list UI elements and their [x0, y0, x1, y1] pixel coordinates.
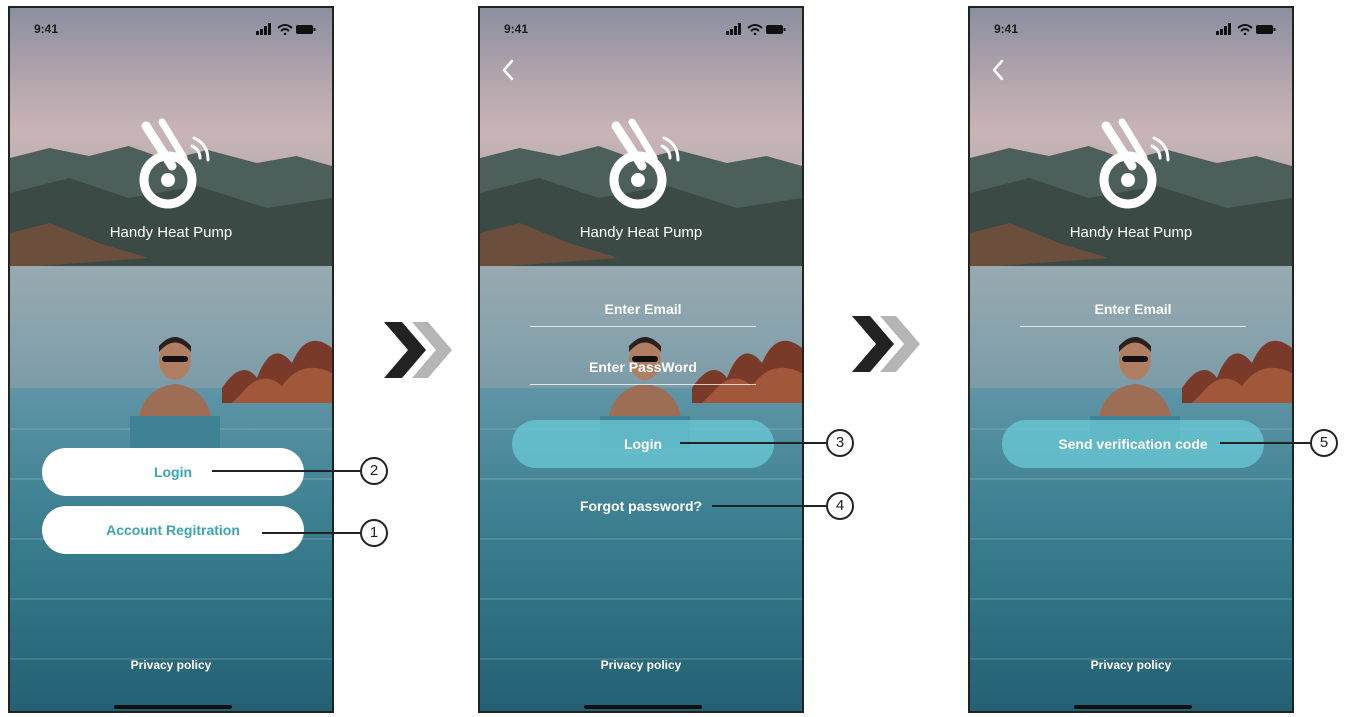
app-name: Handy Heat Pump — [109, 224, 233, 241]
status-bar: 9:41 — [970, 8, 1292, 48]
background-scene — [970, 8, 1292, 711]
privacy-policy-link[interactable]: Privacy policy — [10, 658, 332, 672]
forgot-password-screen: 9:41 Handy Heat Pump Send verification c… — [968, 6, 1294, 713]
bushes-image — [222, 340, 332, 403]
callout-leader — [262, 532, 360, 534]
callout-leader — [680, 442, 826, 444]
battery-icon — [296, 25, 316, 34]
next-arrow-icon — [852, 316, 920, 372]
home-indicator — [1074, 705, 1192, 709]
account-registration-button[interactable]: Account Regitration — [42, 506, 304, 554]
battery-icon — [1256, 25, 1276, 34]
callout-4: 4 — [826, 492, 854, 520]
next-arrow-icon — [384, 322, 452, 378]
status-icons — [1216, 23, 1276, 35]
back-chevron-icon[interactable] — [990, 58, 1006, 82]
status-time: 9:41 — [994, 22, 1019, 36]
callout-5: 5 — [1310, 429, 1338, 457]
email-field[interactable] — [530, 292, 756, 327]
app-name: Handy Heat Pump — [579, 224, 703, 241]
login-button[interactable]: Login — [512, 420, 774, 468]
battery-icon — [766, 25, 786, 34]
wifi-icon — [1237, 24, 1253, 35]
swimmer-image — [130, 337, 220, 448]
password-field[interactable] — [530, 350, 756, 385]
welcome-screen: 9:41 Handy Heat Pump Login Account Regit… — [8, 6, 334, 713]
back-chevron-icon[interactable] — [500, 58, 516, 82]
app-name: Handy Heat Pump — [1069, 224, 1193, 241]
status-icons — [726, 23, 786, 35]
status-bar: 9:41 — [480, 8, 802, 48]
background-scene — [10, 8, 332, 711]
callout-leader — [212, 470, 360, 472]
login-button[interactable]: Login — [42, 448, 304, 496]
privacy-policy-link[interactable]: Privacy policy — [480, 658, 802, 672]
callout-1: 1 — [360, 519, 388, 547]
status-icons — [256, 23, 316, 35]
status-time: 9:41 — [504, 22, 529, 36]
home-indicator — [584, 705, 702, 709]
signal-icon — [726, 23, 741, 35]
callout-2: 2 — [360, 457, 388, 485]
wifi-icon — [277, 24, 293, 35]
callout-3: 3 — [826, 429, 854, 457]
app-logo-icon — [139, 118, 210, 209]
callout-leader — [1220, 442, 1310, 444]
signal-icon — [1216, 23, 1231, 35]
status-time: 9:41 — [34, 22, 59, 36]
email-field[interactable] — [1020, 292, 1246, 327]
callout-leader — [712, 505, 826, 507]
wifi-icon — [747, 24, 763, 35]
privacy-policy-link[interactable]: Privacy policy — [970, 658, 1292, 672]
login-screen: 9:41 Handy Heat Pump Login Forgot passwo… — [478, 6, 804, 713]
signal-icon — [256, 23, 271, 35]
app-logo-icon — [609, 118, 680, 209]
app-logo-icon — [1099, 118, 1170, 209]
status-bar: 9:41 — [10, 8, 332, 48]
home-indicator — [114, 705, 232, 709]
send-verification-code-button[interactable]: Send verification code — [1002, 420, 1264, 468]
